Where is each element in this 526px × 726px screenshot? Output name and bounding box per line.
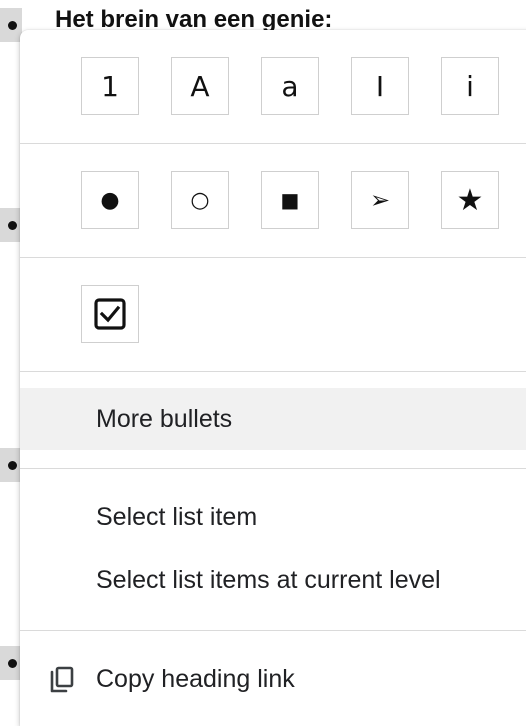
- bullet-hollow-circle-button[interactable]: ○: [171, 171, 229, 229]
- copy-icon: [50, 666, 74, 693]
- numbering-decimal-button[interactable]: 1: [81, 57, 139, 115]
- numbering-lower-roman-button[interactable]: i: [441, 57, 499, 115]
- checkbox-checked-icon: [94, 298, 126, 330]
- list-bullet-marker[interactable]: [0, 8, 22, 42]
- numbering-lower-alpha-button[interactable]: a: [261, 57, 319, 115]
- menu-divider: [20, 257, 526, 258]
- more-bullets-label: More bullets: [96, 404, 233, 433]
- bullet-filled-circle-button[interactable]: ●: [81, 171, 139, 229]
- list-bullet-marker[interactable]: [0, 448, 22, 482]
- numbering-upper-roman-button[interactable]: I: [351, 57, 409, 115]
- bullet-context-menu: 1 A a I i ● ○ ■ ➢ ★ More bullets Select …: [20, 30, 526, 726]
- bullet-square-button[interactable]: ■: [261, 171, 319, 229]
- select-list-item[interactable]: Select list item: [20, 486, 526, 548]
- more-bullets-item[interactable]: More bullets: [20, 388, 526, 450]
- bullet-star-button[interactable]: ★: [441, 171, 499, 229]
- copy-heading-link-item[interactable]: Copy heading link: [20, 648, 526, 710]
- select-list-item-label: Select list item: [96, 502, 258, 531]
- menu-divider: [20, 630, 526, 631]
- menu-divider: [20, 371, 526, 372]
- select-list-items-current-level-item[interactable]: Select list items at current level: [20, 549, 526, 611]
- select-list-items-current-level-label: Select list items at current level: [96, 565, 441, 594]
- numbering-upper-alpha-button[interactable]: A: [171, 57, 229, 115]
- copy-heading-link-label: Copy heading link: [96, 664, 295, 693]
- list-bullet-marker[interactable]: [0, 646, 22, 680]
- checkbox-bullet-button[interactable]: [81, 285, 139, 343]
- bullet-arrow-button[interactable]: ➢: [351, 171, 409, 229]
- menu-divider: [20, 468, 526, 469]
- menu-divider: [20, 143, 526, 144]
- list-bullet-marker[interactable]: [0, 208, 22, 242]
